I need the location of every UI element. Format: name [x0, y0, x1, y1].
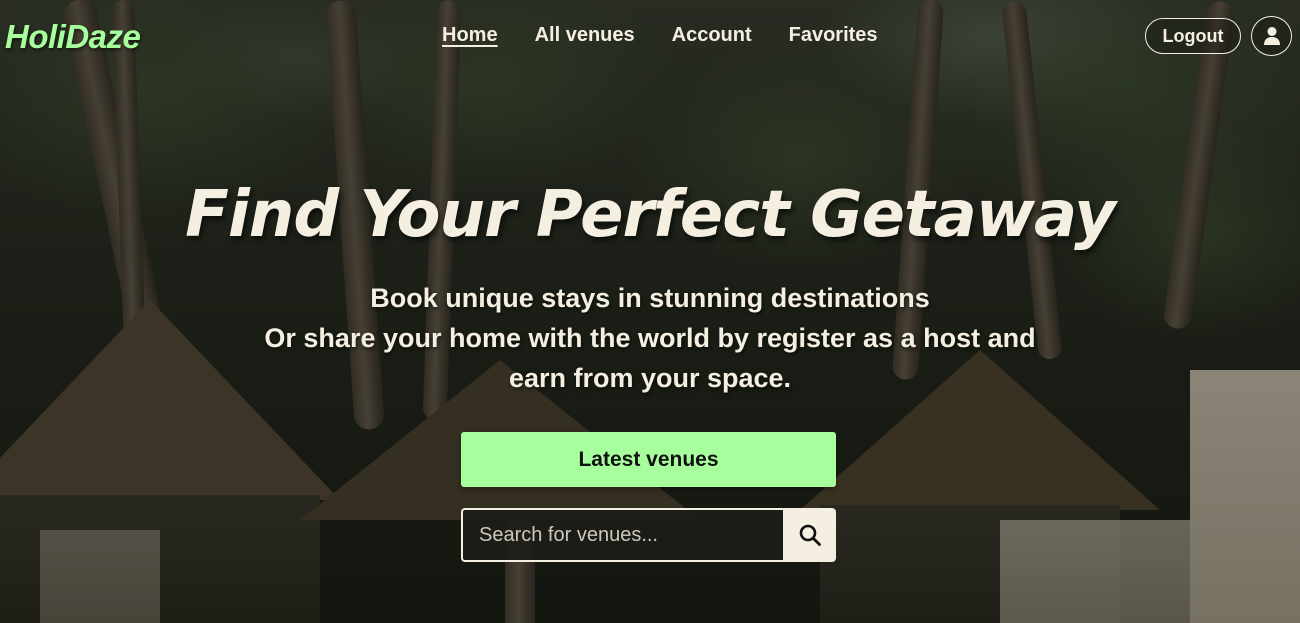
- nav-home[interactable]: Home: [442, 24, 498, 47]
- latest-venues-button[interactable]: Latest venues: [461, 432, 836, 487]
- logout-button[interactable]: Logout: [1145, 18, 1241, 54]
- search-button[interactable]: [783, 508, 836, 562]
- hero-title: Find Your Perfect Getaway: [185, 178, 1116, 252]
- brand-logo[interactable]: HoliDaze: [5, 18, 141, 56]
- nav-all-venues[interactable]: All venues: [535, 24, 635, 47]
- site-header: HoliDaze Home All venues Account Favorit…: [0, 0, 1300, 72]
- search-icon: [799, 524, 821, 546]
- hero-subtitle: Book unique stays in stunning destinatio…: [200, 278, 1100, 398]
- hero-subtitle-line: earn from your space.: [508, 363, 792, 393]
- venue-search-form: [461, 508, 836, 562]
- main-nav: Home All venues Account Favorites: [442, 24, 915, 47]
- hero-subtitle-line: Book unique stays in stunning destinatio…: [370, 283, 930, 313]
- hero-subtitle-line: Or share your home with the world by reg…: [264, 323, 1036, 353]
- nav-favorites[interactable]: Favorites: [789, 24, 878, 47]
- user-icon: [1263, 27, 1280, 45]
- nav-account[interactable]: Account: [672, 24, 752, 47]
- search-input[interactable]: [461, 508, 783, 562]
- profile-button[interactable]: [1251, 16, 1292, 56]
